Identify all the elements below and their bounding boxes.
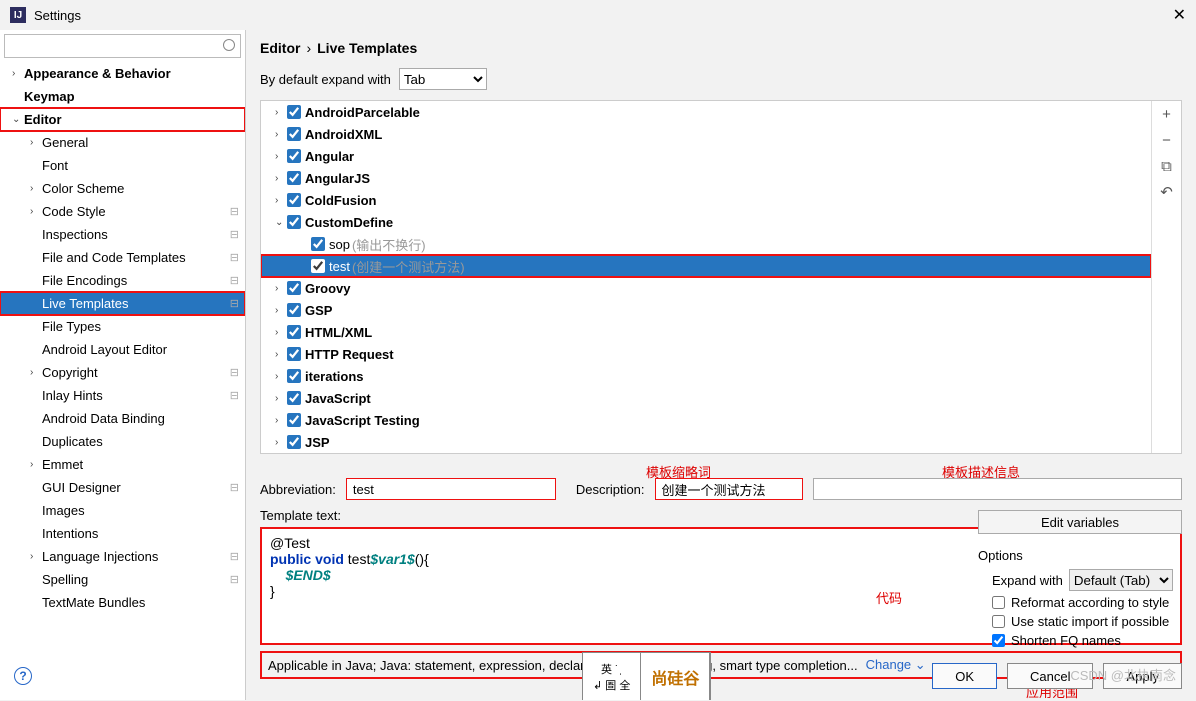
abbrev-label: Abbreviation: — [260, 482, 336, 497]
options-header: Options — [978, 548, 1182, 563]
sidebar-item-general[interactable]: ›General — [0, 131, 245, 154]
expand-label: By default expand with — [260, 72, 391, 87]
desc-input[interactable] — [655, 478, 803, 500]
help-icon[interactable]: ? — [14, 667, 32, 685]
expand-select[interactable]: Tab — [399, 68, 487, 90]
edit-variables-button[interactable]: Edit variables — [978, 510, 1182, 534]
ime-widget: 英 ˙ˌ↲ 圄 全 尚硅谷 — [582, 652, 711, 700]
template-item[interactable]: test (创建一个测试方法) — [261, 255, 1151, 277]
sidebar-item-font[interactable]: Font — [0, 154, 245, 177]
template-item[interactable]: ›HTTP Request — [261, 343, 1151, 365]
cancel-button[interactable]: Cancel — [1007, 663, 1093, 689]
desc-label: Description: — [576, 482, 645, 497]
template-list-box: ›AndroidParcelable›AndroidXML›Angular›An… — [260, 100, 1182, 454]
add-button[interactable]: + — [1152, 101, 1181, 127]
sidebar-item-inlay-hints[interactable]: Inlay Hints⊟ — [0, 384, 245, 407]
ok-button[interactable]: OK — [932, 663, 997, 689]
reformat-checkbox[interactable] — [992, 596, 1005, 609]
sidebar-item-inspections[interactable]: Inspections⊟ — [0, 223, 245, 246]
sidebar-item-file-types[interactable]: File Types — [0, 315, 245, 338]
template-side-buttons: + − ⧉ ↶ — [1151, 101, 1181, 453]
app-icon: IJ — [10, 7, 26, 23]
sidebar-item-appearance-behavior[interactable]: ›Appearance & Behavior — [0, 62, 245, 85]
sidebar-item-duplicates[interactable]: Duplicates — [0, 430, 245, 453]
sidebar-item-color-scheme[interactable]: ›Color Scheme — [0, 177, 245, 200]
template-item[interactable]: ›Angular — [261, 145, 1151, 167]
template-item[interactable]: ›JavaScript Testing — [261, 409, 1151, 431]
template-item[interactable]: ›HTML/XML — [261, 321, 1151, 343]
settings-tree[interactable]: ›Appearance & BehaviorKeymap⌄Editor›Gene… — [0, 62, 245, 700]
copy-button[interactable]: ⧉ — [1152, 153, 1181, 179]
settings-sidebar: ›Appearance & BehaviorKeymap⌄Editor›Gene… — [0, 30, 246, 700]
window-title: Settings — [34, 8, 81, 23]
template-item[interactable]: ›ColdFusion — [261, 189, 1151, 211]
sidebar-item-emmet[interactable]: ›Emmet — [0, 453, 245, 476]
sidebar-item-gui-designer[interactable]: GUI Designer⊟ — [0, 476, 245, 499]
abbrev-input[interactable] — [346, 478, 556, 500]
sidebar-item-code-style[interactable]: ›Code Style⊟ — [0, 200, 245, 223]
template-item[interactable]: ›Groovy — [261, 277, 1151, 299]
template-item[interactable]: ›AngularJS — [261, 167, 1151, 189]
sidebar-item-copyright[interactable]: ›Copyright⊟ — [0, 361, 245, 384]
sidebar-item-android-data-binding[interactable]: Android Data Binding — [0, 407, 245, 430]
close-icon[interactable]: ✕ — [1173, 5, 1186, 25]
sidebar-item-language-injections[interactable]: ›Language Injections⊟ — [0, 545, 245, 568]
sidebar-item-images[interactable]: Images — [0, 499, 245, 522]
template-item[interactable]: ›AndroidXML — [261, 123, 1151, 145]
title-bar: IJ Settings ✕ — [0, 0, 1196, 30]
template-item[interactable]: ›iterations — [261, 365, 1151, 387]
sidebar-item-intentions[interactable]: Intentions — [0, 522, 245, 545]
search-input[interactable] — [4, 34, 241, 58]
static-import-checkbox[interactable] — [992, 615, 1005, 628]
sidebar-item-keymap[interactable]: Keymap — [0, 85, 245, 108]
template-item[interactable]: ›JSP — [261, 431, 1151, 453]
undo-button[interactable]: ↶ — [1152, 179, 1181, 205]
sidebar-item-file-encodings[interactable]: File Encodings⊟ — [0, 269, 245, 292]
template-item[interactable]: ›GSP — [261, 299, 1151, 321]
sidebar-item-textmate-bundles[interactable]: TextMate Bundles — [0, 591, 245, 614]
shorten-fq-checkbox[interactable] — [992, 634, 1005, 647]
sidebar-item-spelling[interactable]: Spelling⊟ — [0, 568, 245, 591]
options-panel: Edit variables Options Expand with Defau… — [964, 510, 1196, 652]
expand-with-select[interactable]: Default (Tab) — [1069, 569, 1173, 591]
apply-button[interactable]: Apply — [1103, 663, 1182, 689]
sidebar-item-editor[interactable]: ⌄Editor — [0, 108, 245, 131]
remove-button[interactable]: − — [1152, 127, 1181, 153]
template-item[interactable]: ›AndroidParcelable — [261, 101, 1151, 123]
sidebar-item-file-and-code-templates[interactable]: File and Code Templates⊟ — [0, 246, 245, 269]
desc-input-ext[interactable] — [813, 478, 1182, 500]
content-pane: Editor›Live Templates By default expand … — [246, 30, 1196, 700]
template-tree[interactable]: ›AndroidParcelable›AndroidXML›Angular›An… — [261, 101, 1151, 453]
sidebar-item-android-layout-editor[interactable]: Android Layout Editor — [0, 338, 245, 361]
breadcrumb: Editor›Live Templates — [246, 30, 1196, 62]
sidebar-item-live-templates[interactable]: Live Templates⊟ — [0, 292, 245, 315]
template-item[interactable]: ⌄CustomDefine — [261, 211, 1151, 233]
template-item[interactable]: sop (输出不换行) — [261, 233, 1151, 255]
template-item[interactable]: ›JavaScript — [261, 387, 1151, 409]
